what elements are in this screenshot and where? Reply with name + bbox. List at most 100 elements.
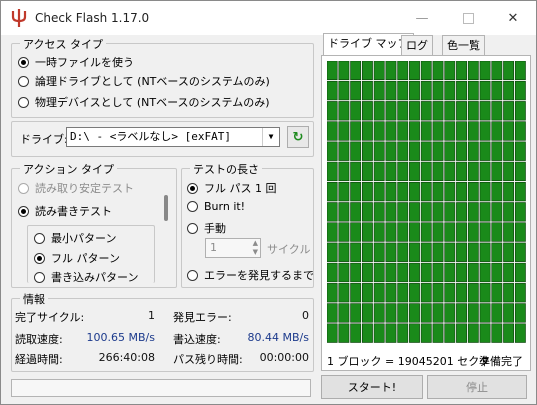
- map-block: [444, 283, 456, 303]
- map-block: [503, 61, 515, 81]
- map-block: [350, 181, 362, 202]
- map-block: [514, 242, 526, 262]
- length-option-manual[interactable]: 手動: [187, 220, 226, 236]
- map-block: [385, 303, 397, 323]
- stop-button[interactable]: 停止: [427, 375, 527, 399]
- tab-log[interactable]: ログ: [401, 35, 433, 55]
- map-block: [456, 121, 467, 141]
- pattern-option-full[interactable]: フル パターン: [34, 250, 120, 266]
- refresh-button[interactable]: ↻: [287, 126, 309, 148]
- map-block: [373, 61, 385, 81]
- map-block: [409, 141, 420, 161]
- cycles-stepper[interactable]: 1 ▲ ▼: [205, 238, 261, 258]
- map-block: [420, 161, 432, 182]
- map-block: [491, 61, 503, 81]
- map-block: [456, 262, 467, 283]
- tab-drive-map[interactable]: ドライブ マップ: [323, 33, 414, 55]
- map-block: [397, 141, 409, 161]
- map-block: [338, 101, 350, 121]
- drive-select[interactable]: D:\ - <ラベルなし> [exFAT] ▼: [66, 127, 280, 147]
- map-block: [397, 61, 409, 81]
- map-block: [373, 101, 385, 121]
- map-block: [491, 80, 503, 101]
- map-block: [514, 101, 526, 121]
- map-block: [397, 323, 409, 343]
- map-block: [409, 262, 420, 283]
- map-block: [503, 121, 515, 141]
- map-block: [409, 283, 420, 303]
- map-block: [397, 80, 409, 101]
- access-option-logical-drive[interactable]: 論理ドライブとして (NTベースのシステムのみ): [18, 73, 270, 89]
- map-block: [327, 222, 338, 242]
- remaining-value: 00:00:00: [259, 351, 309, 364]
- map-block: [467, 141, 479, 161]
- radio-icon: [34, 271, 45, 283]
- map-block: [479, 101, 491, 121]
- radio-icon: [34, 252, 45, 264]
- status-text: 準備完了: [479, 355, 523, 368]
- map-block: [491, 283, 503, 303]
- map-block: [373, 242, 385, 262]
- map-block: [409, 101, 420, 121]
- map-block: [444, 101, 456, 121]
- scrollbar-thumb[interactable]: [164, 195, 168, 221]
- map-block: [397, 303, 409, 323]
- map-block: [514, 61, 526, 81]
- pattern-option-min[interactable]: 最小パターン: [34, 230, 116, 246]
- spin-arrows-icon: ▲ ▼: [252, 239, 258, 256]
- map-block: [432, 262, 444, 283]
- map-block: [467, 222, 479, 242]
- map-block: [514, 262, 526, 283]
- minimize-icon[interactable]: —: [399, 1, 445, 35]
- map-block: [327, 202, 338, 222]
- map-block: [350, 61, 362, 81]
- map-block: [456, 323, 467, 343]
- map-block: [350, 80, 362, 101]
- access-option-physical-device[interactable]: 物理デバイスとして (NTベースのシステムのみ): [18, 94, 270, 110]
- map-block: [456, 283, 467, 303]
- length-option-until-error[interactable]: エラーを発見するまで: [187, 267, 314, 283]
- map-block: [456, 222, 467, 242]
- map-block: [350, 121, 362, 141]
- radio-icon: [187, 201, 198, 212]
- map-block: [338, 61, 350, 81]
- map-block: [350, 262, 362, 283]
- map-block: [373, 323, 385, 343]
- map-block: [397, 161, 409, 182]
- map-block: [338, 141, 350, 161]
- map-block: [385, 222, 397, 242]
- length-option-full-pass[interactable]: フル パス 1 回: [187, 180, 277, 196]
- map-block: [361, 141, 373, 161]
- action-option-read-stability[interactable]: 読み取り安定テスト: [18, 180, 134, 196]
- tab-color-list[interactable]: 色一覧: [442, 35, 485, 55]
- map-block: [338, 80, 350, 101]
- map-block: [420, 80, 432, 101]
- block-info: 1 ブロック = 19045201 セクタ: [327, 355, 490, 368]
- map-block: [514, 323, 526, 343]
- map-block: [350, 101, 362, 121]
- length-option-burn-it[interactable]: Burn it!: [187, 200, 245, 213]
- start-button[interactable]: スタート!: [321, 375, 423, 399]
- map-block: [350, 303, 362, 323]
- completed-cycles-value: 1: [148, 309, 155, 322]
- map-block: [479, 121, 491, 141]
- map-block: [409, 242, 420, 262]
- maximize-icon[interactable]: [445, 1, 491, 35]
- radio-icon: [187, 182, 198, 194]
- pattern-option-write[interactable]: 書き込みパターン: [34, 269, 138, 285]
- map-block: [432, 61, 444, 81]
- test-length-legend: テストの長さ: [190, 161, 262, 177]
- map-block: [467, 161, 479, 182]
- map-block: [361, 323, 373, 343]
- action-option-read-write[interactable]: 読み書きテスト: [18, 203, 112, 219]
- errors-label: 発見エラー:: [173, 311, 232, 324]
- map-block: [432, 222, 444, 242]
- access-option-temp-file[interactable]: 一時ファイルを使う: [18, 54, 134, 70]
- map-block: [409, 323, 420, 343]
- close-icon[interactable]: ✕: [490, 1, 536, 35]
- map-block: [338, 202, 350, 222]
- map-block: [385, 80, 397, 101]
- map-block: [397, 262, 409, 283]
- map-block: [479, 303, 491, 323]
- elapsed-value: 266:40:08: [98, 351, 155, 364]
